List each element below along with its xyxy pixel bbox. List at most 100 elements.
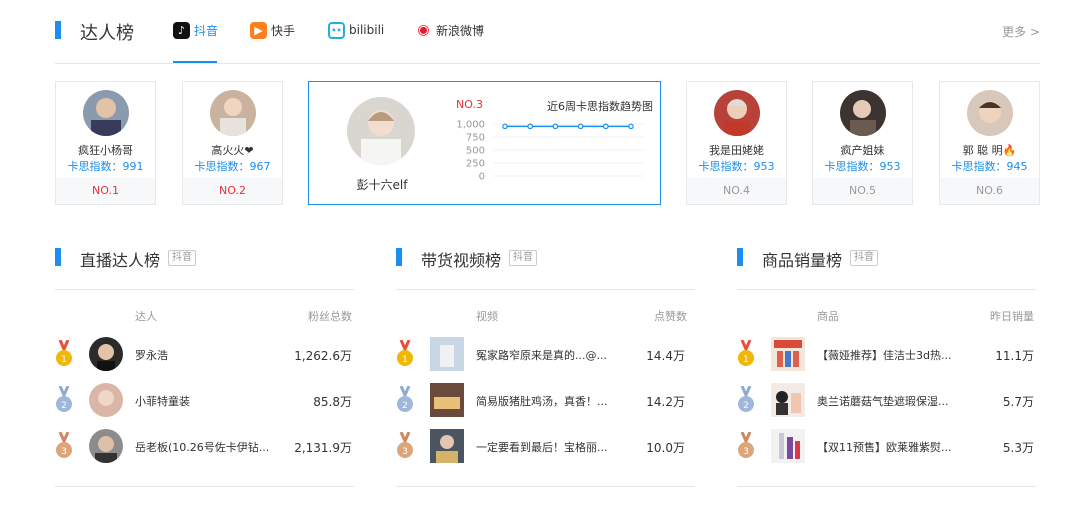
creator-card-1[interactable]: 疯狂小杨哥 卡思指数：991 NO.1 [55,81,156,205]
ranking-row[interactable]: 1 罗永浩 1,262.6万 [55,336,354,372]
creator-name: 疯狂小杨哥 [78,144,133,157]
bronze-medal-icon: 3 [397,432,413,458]
row-value: 5.7万 [1002,395,1034,409]
column-header: 点赞数 [654,310,687,323]
gold-medal-icon: 1 [397,340,413,366]
tab-label: 新浪微博 [436,23,485,38]
divider [396,486,695,487]
creator-name: 高火火❤ [211,144,254,157]
svg-text:3: 3 [402,447,408,457]
row-value: 11.1万 [995,349,1034,363]
creator-name: 疯产姐妹 [840,144,885,157]
row-name: 奥兰诺蘑菇气垫遮瑕保湿... [817,395,949,408]
creator-name: 彭十六elf [356,178,408,192]
ranking-row[interactable]: 1 冤家路窄原来是真的...@... 14.4万 [396,336,695,372]
row-name: 一定要看到最后！宝格丽... [476,441,608,454]
product-thumbnail [771,383,805,417]
page-title: 达人榜 [80,23,134,44]
section-accent-bar [737,248,743,266]
svg-text:1: 1 [743,355,749,365]
tab-weibo[interactable]: ◉ 新浪微博 [415,21,484,39]
row-name: 岳老板(10.26号佐卡伊钻... [135,441,270,454]
creator-score: 卡思指数：967 [194,160,271,173]
tab-label: 快手 [271,23,296,38]
more-link[interactable]: 更多 > [1002,23,1040,40]
creator-score: 卡思指数：953 [824,160,901,173]
ranking-row[interactable]: 1 【薇娅推荐】佳洁士3d热... 11.1万 [737,336,1036,372]
row-value: 10.0万 [646,441,685,455]
avatar [714,90,760,136]
row-name: 【双11预售】欧莱雅紫熨... [817,441,952,454]
row-value: 1,262.6万 [294,349,352,363]
svg-text:1: 1 [61,355,67,365]
ranking-row[interactable]: 3 【双11预售】欧莱雅紫熨... 5.3万 [737,428,1036,464]
section-title: 商品销量榜 [762,251,843,270]
divider [396,289,695,290]
svg-text:2: 2 [743,401,749,411]
ranking-row[interactable]: 2 简易版猪肚鸡汤，真香！... 14.2万 [396,382,695,418]
y-tick-label: 250 [466,159,485,170]
divider [55,486,354,487]
silver-medal-icon: 2 [738,386,754,412]
leaderboard-header: 达人榜 ♪ 抖音 ▶ 快手 •• bilibili ◉ 新浪微博 更多 > [55,18,1040,64]
platform-tag: 抖音 [509,250,537,266]
douyin-icon: ♪ [173,21,190,39]
gold-medal-icon: 1 [738,340,754,366]
data-point[interactable] [603,123,609,130]
tab-bilibili[interactable]: •• bilibili [328,21,384,39]
section-accent-bar [55,248,61,266]
avatar [210,90,256,136]
trend-chart: 1,000 750 500 250 0 [456,120,644,183]
column-header: 商品 [817,310,839,323]
section-title: 直播达人榜 [80,251,161,270]
y-tick-label: 0 [479,172,485,183]
data-point[interactable] [628,123,634,130]
tab-douyin[interactable]: ♪ 抖音 [173,21,218,39]
ranking-row[interactable]: 3 一定要看到最后！宝格丽... 10.0万 [396,428,695,464]
ranking-row[interactable]: 2 奥兰诺蘑菇气垫遮瑕保湿... 5.7万 [737,382,1036,418]
tab-label: bilibili [349,23,385,37]
creator-card-4[interactable]: 我是田姥姥 卡思指数：953 NO.4 [686,81,787,205]
data-point[interactable] [527,123,534,130]
data-point[interactable] [502,123,508,130]
row-name: 【薇娅推荐】佳洁士3d热... [817,349,952,362]
creator-card-5[interactable]: 疯产姐妹 卡思指数：953 NO.5 [812,81,913,205]
gold-medal-icon: 1 [56,340,72,366]
avatar [347,97,415,165]
product-thumbnail [771,337,805,371]
avatar [89,337,123,371]
y-tick-label: 750 [466,133,485,144]
ranking-row[interactable]: 2 小菲特童装 85.8万 [55,382,354,418]
row-value: 5.3万 [1002,441,1034,455]
column-header: 视频 [476,310,498,323]
data-point[interactable] [577,123,584,130]
svg-text:3: 3 [61,447,67,457]
video-thumbnail [430,383,464,417]
row-value: 14.2万 [646,395,685,409]
row-value: 2,131.9万 [294,441,352,455]
featured-creator-card[interactable]: 彭十六elf NO.3 近6周卡思指数趋势图 1,000 750 500 250 0 [308,81,661,205]
svg-text:2: 2 [402,401,408,411]
tab-kuaishou[interactable]: ▶ 快手 [250,21,295,39]
weibo-icon: ◉ [415,21,432,39]
svg-text:3: 3 [743,447,749,457]
column-header: 昨日销量 [990,310,1034,323]
creator-score: 卡思指数：953 [698,160,775,173]
row-name: 罗永浩 [135,349,168,362]
creator-rank: NO.1 [56,178,155,204]
ranking-row[interactable]: 3 岳老板(10.26号佐卡伊钻... 2,131.9万 [55,428,354,464]
bilibili-icon: •• [328,21,345,39]
creator-rank: NO.4 [687,178,786,204]
creator-score: 卡思指数：991 [67,160,144,173]
svg-text:1: 1 [402,355,408,365]
creator-rank: NO.2 [183,178,282,204]
row-value: 85.8万 [313,395,352,409]
creator-card-6[interactable]: 郭 聪 明🔥 卡思指数：945 NO.6 [939,81,1040,205]
data-point[interactable] [552,123,559,130]
creator-card-2[interactable]: 高火火❤ 卡思指数：967 NO.2 [182,81,283,205]
section-title: 带货视频榜 [421,251,502,270]
creator-rank: NO.3 [456,98,483,111]
row-value: 14.4万 [646,349,685,363]
avatar [89,429,123,463]
row-name: 小菲特童装 [135,395,190,408]
